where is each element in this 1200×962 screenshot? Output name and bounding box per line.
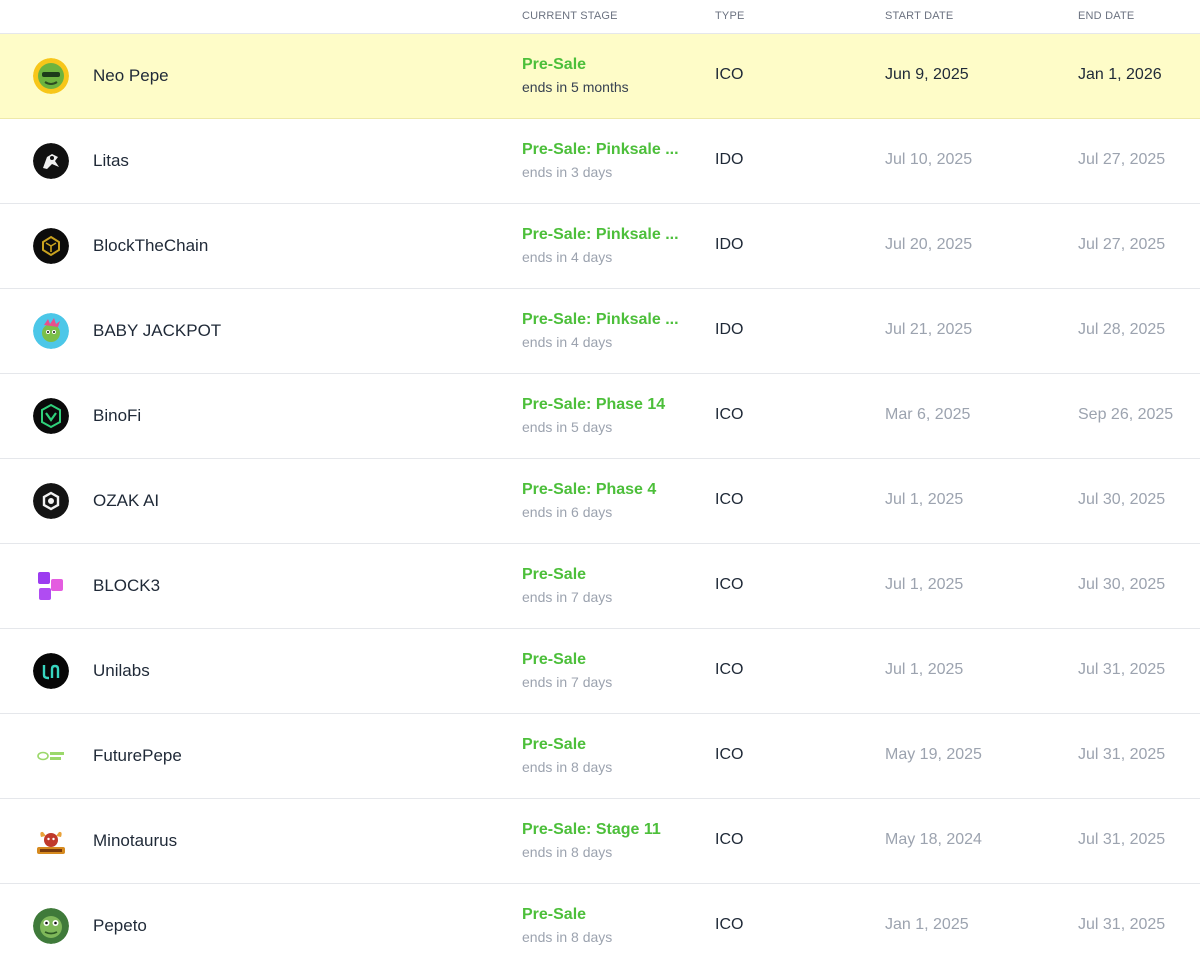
futurepepe-logo-icon [33,738,69,774]
neo-pepe-logo-icon [33,58,69,94]
table-row[interactable]: BABY JACKPOT Pre-Sale: Pinksale ... ends… [0,289,1200,374]
project-name[interactable]: BinoFi [93,406,141,426]
end-date: Jul 31, 2025 [1078,661,1166,678]
stage-label: Pre-Sale [522,651,587,668]
start-date: May 18, 2024 [885,831,982,848]
sale-type: ICO [715,66,744,83]
project-name[interactable]: FuturePepe [93,746,182,766]
table-header: CURRENT STAGE TYPE START DATE END DATE [0,0,1200,34]
stage-label: Pre-Sale: Pinksale ... [522,226,679,243]
pepeto-logo-icon [33,908,69,944]
sale-type: ICO [715,916,744,933]
table-row[interactable]: FuturePepe Pre-Sale ends in 8 days ICO M… [0,714,1200,799]
project-name[interactable]: Litas [93,151,129,171]
sale-type: ICO [715,491,744,508]
litas-logo-icon [33,143,69,179]
start-date: Jul 1, 2025 [885,661,964,678]
stage-ends: ends in 8 days [522,929,613,945]
project-name[interactable]: Neo Pepe [93,66,169,86]
header-current-stage[interactable]: CURRENT STAGE [522,10,618,22]
table-row[interactable]: BLOCK3 Pre-Sale ends in 7 days ICO Jul 1… [0,544,1200,629]
stage-ends: ends in 4 days [522,249,613,265]
start-date: Jul 20, 2025 [885,236,973,253]
stage-label: Pre-Sale [522,56,587,73]
stage-ends: ends in 4 days [522,334,613,350]
end-date: Jul 28, 2025 [1078,321,1166,338]
header-end-date[interactable]: END DATE [1078,10,1134,22]
stage-label: Pre-Sale [522,906,587,923]
end-date: Jul 27, 2025 [1078,151,1166,168]
start-date: Jul 1, 2025 [885,576,964,593]
sale-type: IDO [715,236,744,253]
table-row[interactable]: BlockTheChain Pre-Sale: Pinksale ... end… [0,204,1200,289]
end-date: Jul 31, 2025 [1078,916,1166,933]
table-row[interactable]: Neo Pepe Pre-Sale ends in 5 months ICO J… [0,34,1200,119]
stage-label: Pre-Sale: Phase 4 [522,481,657,498]
end-date: Jul 31, 2025 [1078,746,1166,763]
table-row[interactable]: Litas Pre-Sale: Pinksale ... ends in 3 d… [0,119,1200,204]
stage-ends: ends in 8 days [522,844,613,860]
sale-type: ICO [715,576,744,593]
sale-type: IDO [715,151,744,168]
sale-type: ICO [715,406,744,423]
stage-ends: ends in 3 days [522,164,613,180]
table-row[interactable]: Pepeto Pre-Sale ends in 8 days ICO Jan 1… [0,884,1200,962]
binofi-logo-icon [33,398,69,434]
project-name[interactable]: BlockTheChain [93,236,208,256]
baby-jackpot-logo-icon [33,313,69,349]
start-date: May 19, 2025 [885,746,982,763]
stage-ends: ends in 6 days [522,504,613,520]
stage-label: Pre-Sale: Stage 11 [522,821,661,838]
stage-label: Pre-Sale: Phase 14 [522,396,666,413]
stage-label: Pre-Sale: Pinksale ... [522,311,679,328]
stage-label: Pre-Sale [522,566,587,583]
project-name[interactable]: Minotaurus [93,831,177,851]
block3-logo-icon [33,568,69,604]
header-type[interactable]: TYPE [715,10,745,22]
minotaurus-logo-icon [33,823,69,859]
table-row[interactable]: Unilabs Pre-Sale ends in 7 days ICO Jul … [0,629,1200,714]
project-name[interactable]: Unilabs [93,661,150,681]
stage-ends: ends in 7 days [522,674,613,690]
stage-label: Pre-Sale [522,736,587,753]
sale-type: ICO [715,746,744,763]
end-date: Jan 1, 2026 [1078,66,1162,83]
start-date: Jun 9, 2025 [885,66,969,83]
end-date: Jul 30, 2025 [1078,491,1166,508]
project-name[interactable]: BLOCK3 [93,576,160,596]
table-row[interactable]: OZAK AI Pre-Sale: Phase 4 ends in 6 days… [0,459,1200,544]
stage-ends: ends in 5 months [522,79,629,95]
unilabs-logo-icon [33,653,69,689]
stage-ends: ends in 7 days [522,589,613,605]
ozak-ai-logo-icon [33,483,69,519]
sale-type: ICO [715,661,744,678]
table-row[interactable]: Minotaurus Pre-Sale: Stage 11 ends in 8 … [0,799,1200,884]
start-date: Mar 6, 2025 [885,406,971,423]
end-date: Jul 30, 2025 [1078,576,1166,593]
start-date: Jan 1, 2025 [885,916,969,933]
table-row[interactable]: BinoFi Pre-Sale: Phase 14 ends in 5 days… [0,374,1200,459]
project-name[interactable]: OZAK AI [93,491,159,511]
blockthechain-logo-icon [33,228,69,264]
header-start-date[interactable]: START DATE [885,10,953,22]
stage-ends: ends in 5 days [522,419,613,435]
end-date: Jul 31, 2025 [1078,831,1166,848]
project-name[interactable]: BABY JACKPOT [93,321,221,341]
start-date: Jul 1, 2025 [885,491,964,508]
start-date: Jul 21, 2025 [885,321,973,338]
start-date: Jul 10, 2025 [885,151,973,168]
sale-type: ICO [715,831,744,848]
end-date: Jul 27, 2025 [1078,236,1166,253]
sale-type: IDO [715,321,744,338]
stage-ends: ends in 8 days [522,759,613,775]
project-name[interactable]: Pepeto [93,916,147,936]
end-date: Sep 26, 2025 [1078,406,1174,423]
stage-label: Pre-Sale: Pinksale ... [522,141,679,158]
